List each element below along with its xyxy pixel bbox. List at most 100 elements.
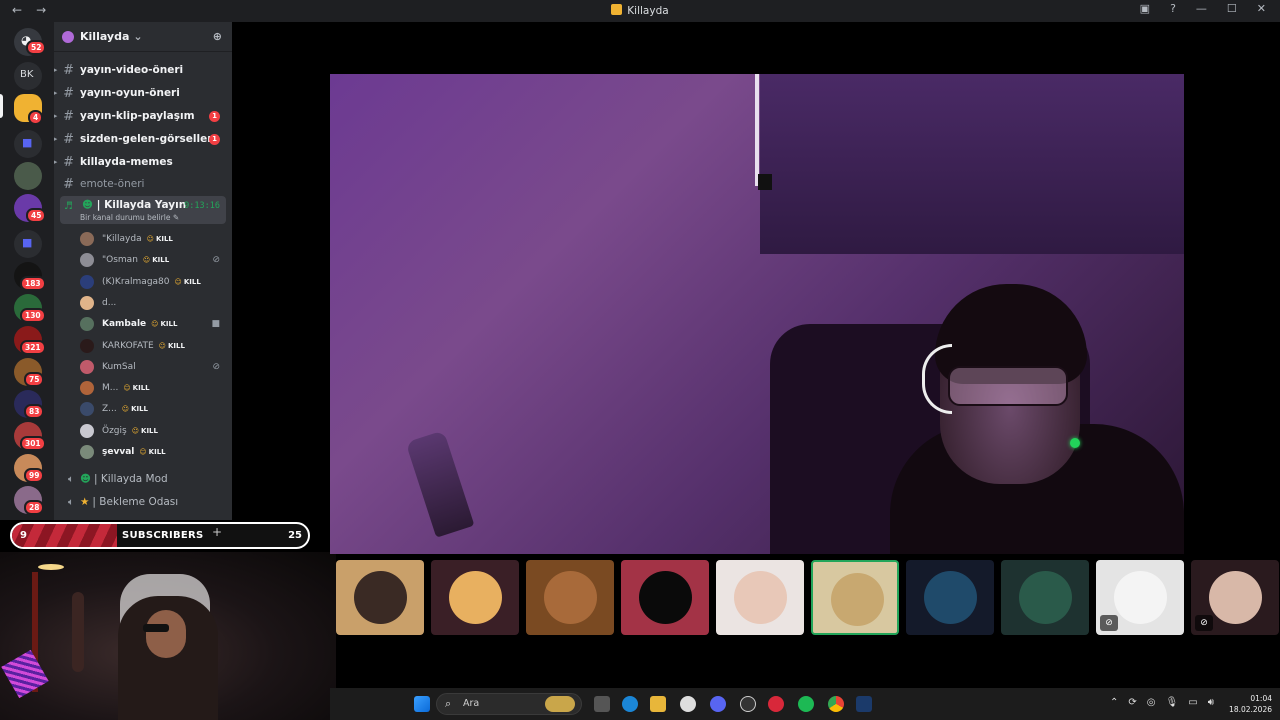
voice-member[interactable]: şevval KILL [80, 442, 226, 462]
participant-tile[interactable] [716, 560, 804, 635]
selected-pill [0, 94, 3, 118]
participant-tile[interactable] [1001, 560, 1089, 635]
voice-channel-item[interactable]: 🔈︎ ☻ | Killayda Mod [54, 469, 232, 489]
voice-status[interactable]: Bir kanal durumu belirle ✎ [80, 213, 179, 222]
microphone-icon[interactable]: 🎙︎ [1166, 697, 1179, 708]
server-bk[interactable]: BK [14, 62, 42, 90]
participant-tile[interactable] [906, 560, 994, 635]
member-tag: KILL [139, 448, 166, 456]
chrome-icon[interactable] [828, 696, 844, 712]
channel-item[interactable]: ▶ # yayın-oyun-öneri [54, 83, 232, 103]
server-icon[interactable] [14, 162, 42, 190]
obs-icon[interactable] [740, 696, 756, 712]
guild-header[interactable]: Killayda ⌄ ⊕ [54, 22, 232, 52]
voice-member[interactable]: Kambale KILL ■ [80, 314, 226, 334]
voice-member[interactable]: d... [80, 293, 226, 313]
participant-tile[interactable] [336, 560, 424, 635]
voice-channel-item[interactable]: 🔈︎ ★ | Bekleme Odası [54, 492, 232, 512]
voice-member[interactable]: "Killayda KILL [80, 229, 226, 249]
server-badge: 83 [24, 404, 45, 419]
participant-tile[interactable]: ⊘ [1096, 560, 1184, 635]
tray-expand-icon[interactable]: ⌃ [1110, 697, 1118, 708]
spotify-icon[interactable] [798, 696, 814, 712]
start-icon[interactable] [414, 696, 430, 712]
unread-indicator: ▶ [54, 158, 58, 166]
participant-tile[interactable] [811, 560, 899, 635]
channel-name: killayda-memes [80, 156, 173, 168]
settings-icon[interactable] [680, 696, 696, 712]
mic-muted-icon: ⊘ [212, 255, 220, 266]
participant-tile[interactable] [526, 560, 614, 635]
chevron-down-icon: ⌄ [133, 30, 143, 43]
folder-icon[interactable]: ■ [14, 230, 42, 258]
channel-item[interactable]: ▶ # yayın-video-öneri [54, 60, 232, 80]
weather-widget-icon[interactable] [545, 696, 575, 712]
server-badge: 301 [20, 436, 46, 451]
title-bar: ← → Killayda ▣ ? — ☐ ✕ [0, 0, 1280, 22]
channel-item[interactable]: # emote-öneri [54, 174, 232, 194]
taskbar-search[interactable]: ⌕ Ara [436, 693, 582, 715]
participant-tile[interactable] [621, 560, 709, 635]
member-tag: KILL [175, 278, 201, 286]
voice-member[interactable]: Özgiş KILL [80, 421, 226, 441]
network-icon[interactable]: ⟳ [1128, 697, 1136, 708]
steam-icon[interactable] [856, 696, 872, 712]
discord-taskbar-icon[interactable] [710, 696, 726, 712]
participant-tile[interactable] [431, 560, 519, 635]
guild-name: Killayda [80, 30, 130, 43]
channel-item[interactable]: ▶ # killayda-memes [54, 152, 232, 172]
video-hook [758, 174, 772, 190]
participant-avatar [831, 573, 884, 626]
voice-member[interactable]: "Osman KILL ⊘ [80, 250, 226, 270]
channel-item[interactable]: ▶ # sizden-gelen-görseller 1 [54, 129, 232, 149]
help-icon[interactable]: ? [1170, 2, 1176, 15]
server-badge: 75 [24, 372, 45, 387]
webcam-lamp [38, 564, 64, 570]
voice-channel-active[interactable]: ♬ ☻ | Killayda Yayın Bir kanal durumu be… [60, 196, 226, 224]
steam-tray-icon[interactable]: ◎ [1147, 697, 1156, 708]
hash-icon: # [63, 108, 74, 124]
hash-icon: # [63, 176, 74, 192]
server-badge: 99 [24, 468, 45, 483]
voice-channel-name: ☻ | Killayda Yayın [82, 199, 186, 211]
voice-member[interactable]: M... KILL [80, 378, 226, 398]
unread-indicator: ▶ [54, 89, 58, 97]
opera-icon[interactable] [768, 696, 784, 712]
voice-member[interactable]: (K)Kralmaga80 KILL [80, 272, 226, 292]
member-name: Özgiş [102, 425, 127, 436]
participant-avatar [449, 571, 502, 624]
participant-avatar [639, 571, 692, 624]
taskbar-clock[interactable]: 01:04 18.02.2026 [1229, 693, 1272, 715]
hash-icon: # [63, 131, 74, 147]
maximize-button[interactable]: ☐ [1227, 2, 1237, 15]
inbox-icon[interactable]: ▣ [1140, 2, 1150, 15]
voice-member[interactable]: KumSal ⊘ [80, 357, 226, 377]
avatar [80, 359, 94, 374]
close-button[interactable]: ✕ [1257, 2, 1266, 15]
volume-icon[interactable]: 🔊︎ [1208, 697, 1214, 708]
member-name: "Osman [102, 255, 138, 266]
unread-indicator: ▶ [54, 112, 58, 120]
clock-time: 01:04 [1250, 694, 1272, 703]
participant-tile[interactable]: ⊘ [1191, 560, 1279, 635]
search-icon: ⌕ [445, 697, 452, 710]
voice-member[interactable]: KARKOFATE KILL [80, 336, 226, 356]
person-add-icon[interactable]: ⊕ [213, 30, 222, 43]
member-name: Kambale [102, 319, 147, 330]
folder-icon[interactable]: ■ [14, 130, 42, 158]
file-explorer-icon[interactable] [650, 696, 666, 712]
home-badge: 52 [26, 40, 47, 55]
minimize-button[interactable]: — [1196, 2, 1207, 15]
display-icon[interactable]: ▭ [1188, 697, 1197, 708]
voice-member[interactable]: Z... KILL [80, 399, 226, 419]
channel-item[interactable]: ▶ # yayın-klip-paylaşım 1 [54, 106, 232, 126]
channel-name: yayın-video-öneri [80, 64, 184, 76]
edge-icon[interactable] [622, 696, 638, 712]
server-badge: 130 [20, 308, 46, 323]
avatar [80, 445, 94, 459]
avatar [80, 232, 94, 246]
server-rail: ◕ 52 BK 4 ■ 45 ■ 183 130 321 75 83 301 9… [0, 22, 54, 520]
main-video-stage[interactable] [330, 74, 1184, 554]
participant-avatar [544, 571, 597, 624]
task-view-icon[interactable] [594, 696, 610, 712]
